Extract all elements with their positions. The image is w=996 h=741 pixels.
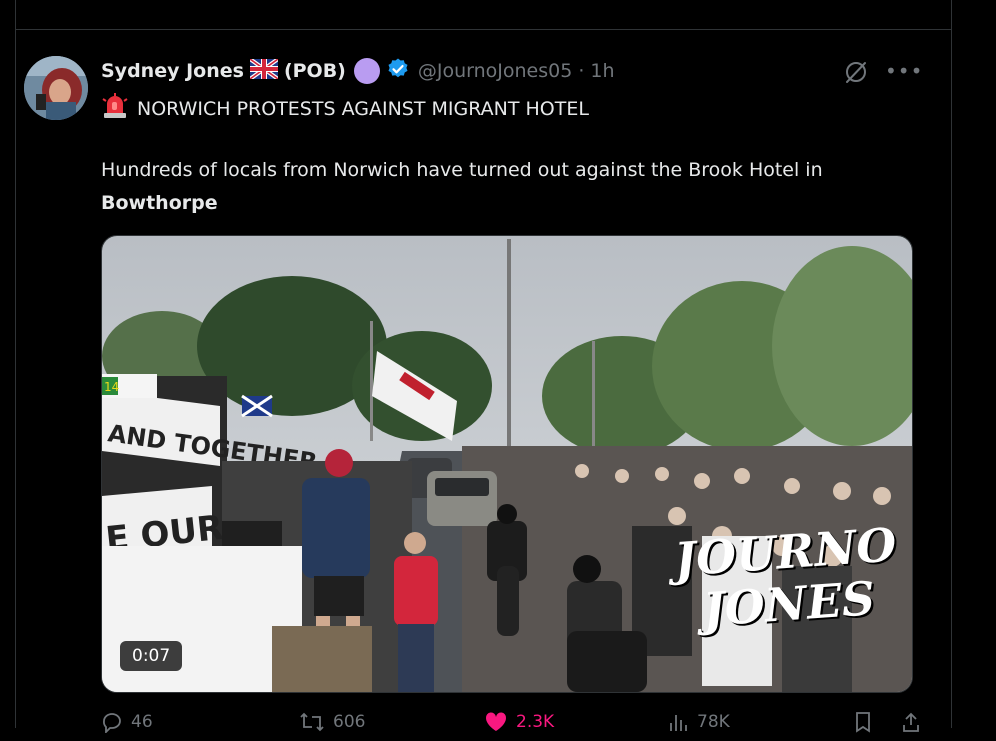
author-name[interactable]: Sydney Jones [101,60,244,82]
like-button[interactable]: 2.3K [484,711,554,733]
reply-icon [103,713,121,733]
uk-flag-icon [248,57,280,83]
avatar[interactable] [24,56,88,120]
views-count: 78K [697,712,730,732]
views-icon [670,715,687,731]
author-handle[interactable]: @JournoJones05 [418,60,572,82]
video-player[interactable]: AND TOGETHER E OUR K 14 0:07 JOURNO JONE… [101,235,913,693]
timestamp[interactable]: 1h [590,60,614,82]
repost-button[interactable]: 606 [299,711,365,733]
body-bold-text[interactable]: Bowthorpe [101,192,218,214]
purple-circle-icon [353,58,380,84]
views-button[interactable]: 78K [667,711,730,733]
reply-count: 46 [131,712,153,732]
bookmark-icon [856,712,870,733]
divider [16,29,951,30]
tweet-header: Sydney Jones (POB) @JournoJones05 · 1h [101,57,615,85]
tweet-body: Hundreds of locals from Norwich have tur… [101,154,921,220]
body-text: Hundreds of locals from Norwich have tur… [101,159,823,181]
verified-badge-icon[interactable] [386,57,410,85]
share-icon [903,712,919,732]
author-tag: (POB) [283,60,346,82]
repost-icon [300,712,324,732]
share-button[interactable] [901,711,921,733]
like-count: 2.3K [516,712,555,732]
tweet-actions: 46 606 2.3K 78K [101,711,921,741]
headline-text: NORWICH PROTESTS AGAINST MIGRANT HOTEL [137,97,589,120]
repost-count: 606 [333,712,366,732]
watermark: JOURNO JONES [672,517,901,637]
more-options-icon[interactable]: ••• [885,59,923,83]
tweet-headline: NORWICH PROTESTS AGAINST MIGRANT HOTEL [101,93,589,124]
grok-icon[interactable] [843,59,869,89]
siren-icon [101,93,129,124]
heart-icon [485,712,507,731]
video-duration: 0:07 [120,641,183,671]
separator-dot: · [578,60,585,82]
bookmark-button[interactable] [853,711,873,733]
sign-text: 14 [104,380,119,394]
reply-button[interactable]: 46 [101,711,153,733]
